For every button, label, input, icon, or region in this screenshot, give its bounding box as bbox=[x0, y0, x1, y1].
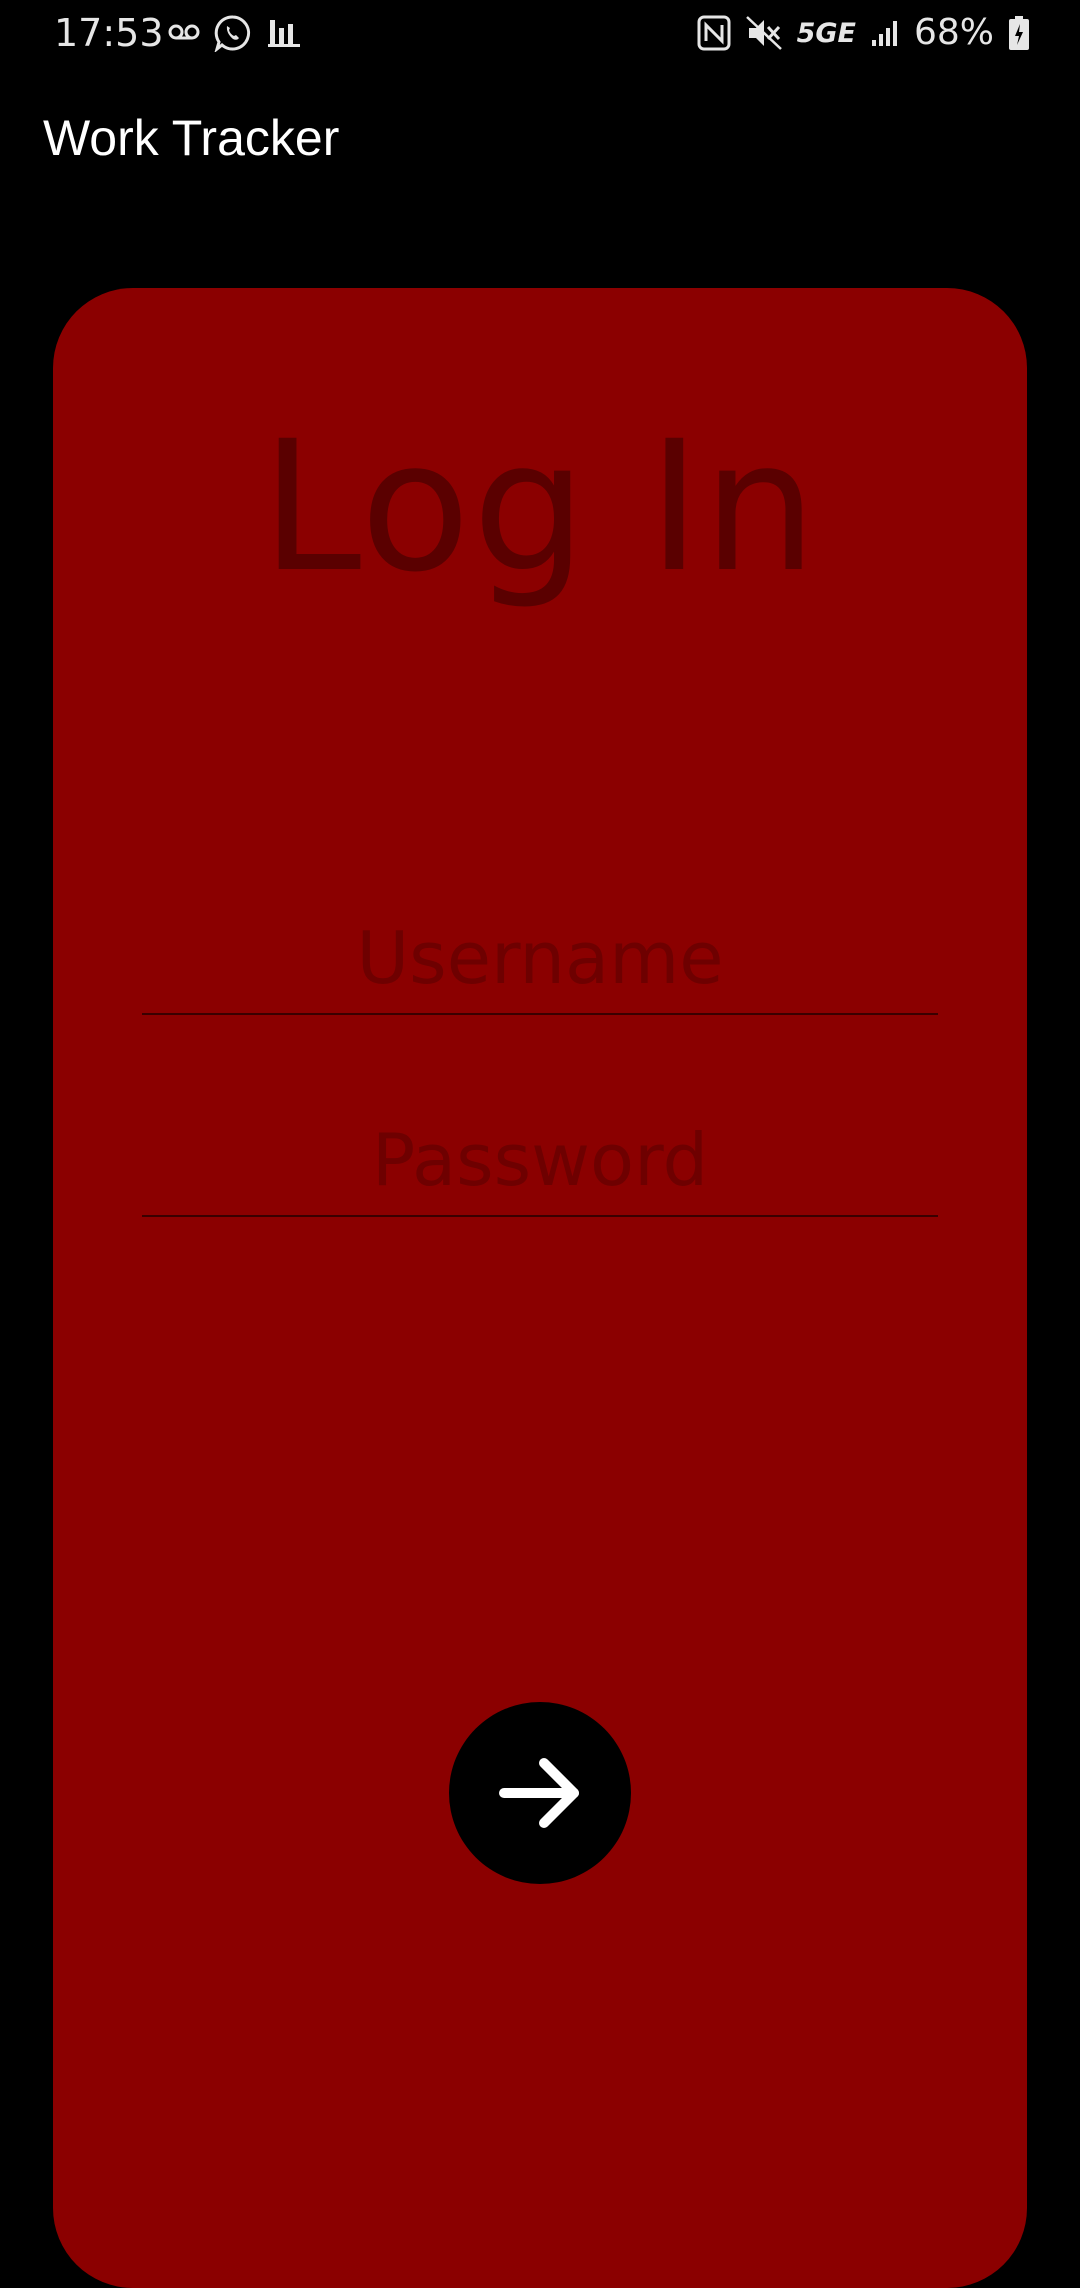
voicemail-icon bbox=[168, 24, 200, 40]
login-card: Log In bbox=[53, 288, 1027, 2288]
username-field-wrapper bbox=[142, 903, 938, 1015]
battery-percent: 68% bbox=[913, 12, 994, 53]
arrow-right-icon bbox=[499, 1758, 579, 1828]
status-right-group: 5GE 68% bbox=[697, 8, 1030, 58]
login-submit-button[interactable] bbox=[449, 1702, 631, 1884]
password-input[interactable] bbox=[142, 1105, 938, 1215]
password-field-wrapper bbox=[142, 1105, 938, 1217]
network-type: 5GE bbox=[796, 17, 856, 49]
signal-icon bbox=[871, 21, 897, 46]
bar-chart-icon bbox=[268, 20, 300, 47]
whatsapp-icon bbox=[214, 15, 251, 52]
username-input[interactable] bbox=[142, 903, 938, 1013]
nfc-icon bbox=[697, 15, 731, 51]
app-title: Work Tracker bbox=[43, 110, 340, 166]
status-bar: 17:53 5GE 68% bbox=[0, 0, 1080, 66]
mute-icon bbox=[745, 16, 782, 50]
login-heading: Log In bbox=[261, 403, 819, 612]
status-time: 17:53 bbox=[54, 11, 164, 55]
battery-icon bbox=[1009, 16, 1029, 50]
